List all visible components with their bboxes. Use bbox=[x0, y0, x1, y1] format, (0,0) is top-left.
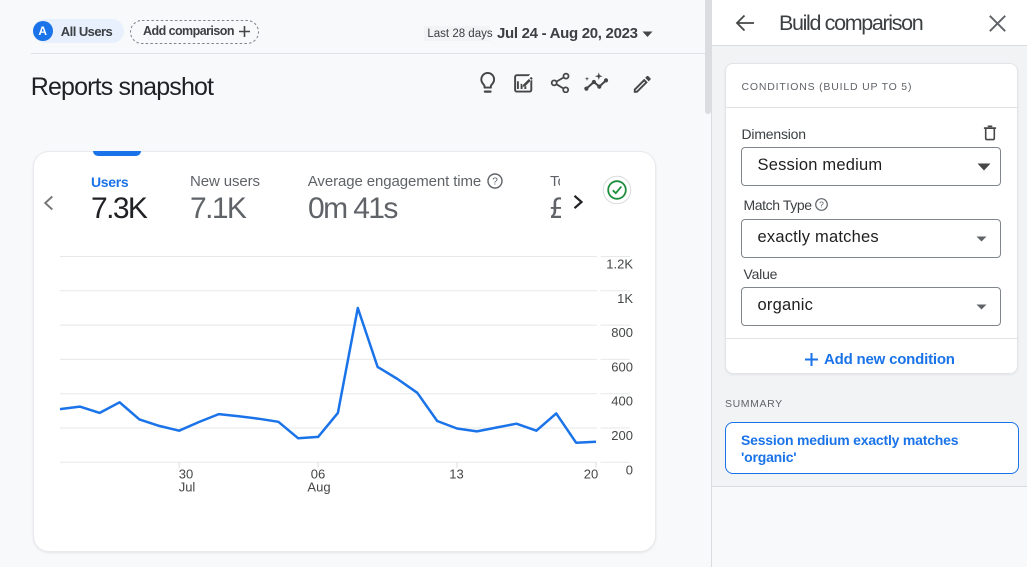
svg-text:600: 600 bbox=[611, 359, 633, 374]
svg-text:13: 13 bbox=[449, 467, 463, 482]
svg-text:0: 0 bbox=[626, 462, 633, 477]
svg-text:Aug: Aug bbox=[307, 480, 330, 495]
svg-text:400: 400 bbox=[611, 394, 633, 409]
svg-text:Jul: Jul bbox=[179, 480, 196, 495]
svg-text:800: 800 bbox=[611, 325, 633, 340]
svg-text:?: ? bbox=[819, 200, 824, 210]
svg-text:200: 200 bbox=[611, 428, 633, 443]
svg-text:20: 20 bbox=[584, 467, 598, 482]
svg-text:1K: 1K bbox=[617, 291, 633, 306]
svg-text:1.2K: 1.2K bbox=[606, 257, 633, 272]
